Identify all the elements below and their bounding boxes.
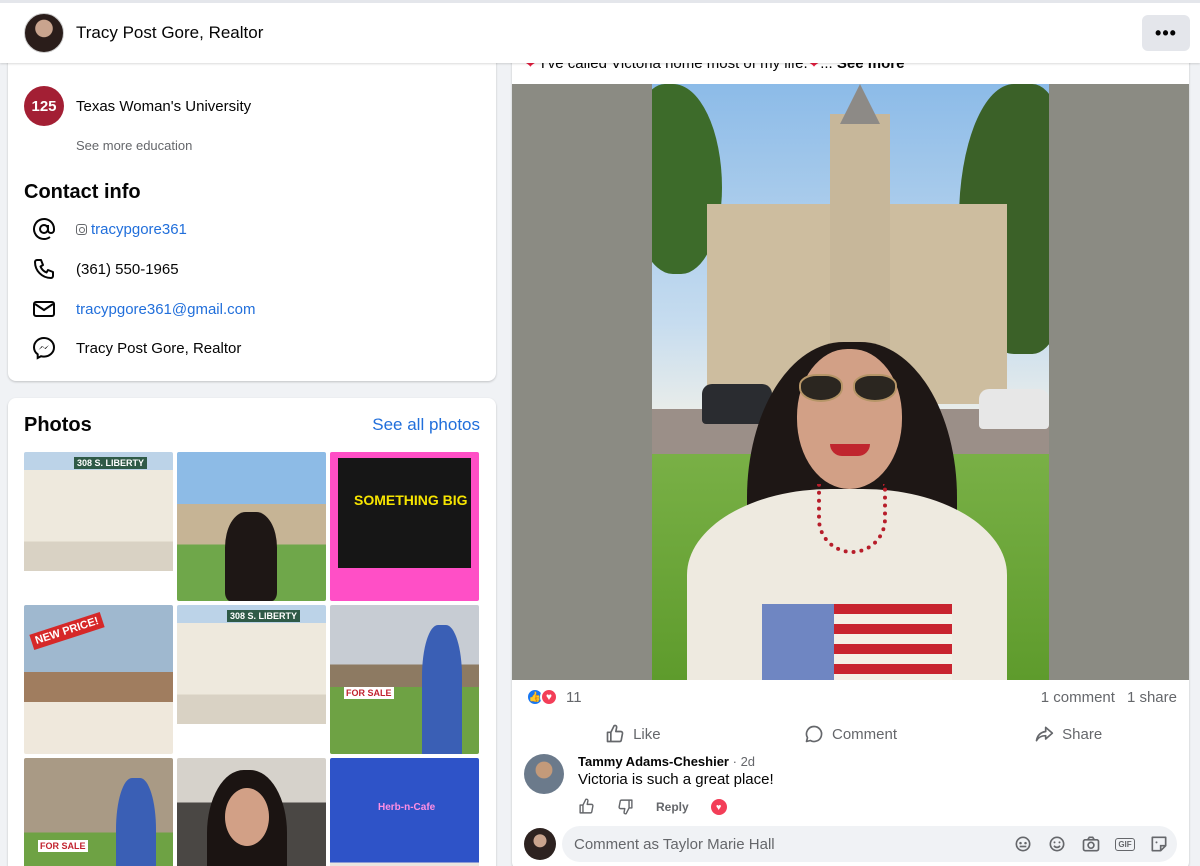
composer-tools: GIF [1013,834,1169,854]
love-reaction-icon[interactable]: ♥ [710,798,727,815]
like-button[interactable]: Like [524,712,742,756]
photo-thumbnail[interactable]: NEW PRICE! [24,605,173,754]
messenger-name[interactable]: Tracy Post Gore, Realtor [76,340,241,357]
commenter-avatar[interactable] [524,754,564,794]
photo-person [225,512,277,601]
intro-card: Education 125 Texas Woman's University S… [8,40,496,381]
photo-thumbnail[interactable]: 308 S. LIBERTY [24,452,173,601]
photo-label: SOMETHING BIG [354,492,468,508]
photo-person [422,625,462,754]
photo-face [797,349,902,489]
photo-thumbnail[interactable]: SOMETHING BIG [330,452,479,601]
contact-email-row: tracypgore361@gmail.com [24,289,255,329]
page-avatar[interactable] [24,13,64,53]
page-header-bar: Tracy Post Gore, Realtor ••• [0,0,1200,63]
love-reaction-icon: ♥ [540,688,558,706]
reaction-count: 11 [566,688,582,706]
reaction-summary[interactable]: 👍 ♥ 11 [526,688,582,706]
photo-car [979,389,1049,429]
envelope-icon [24,297,64,321]
phone-icon [24,257,64,281]
comment-composer: GIF [562,826,1177,862]
comment-button[interactable]: Comment [742,712,960,756]
share-label: Share [1062,725,1103,743]
page-name[interactable]: Tracy Post Gore, Realtor [76,23,263,43]
contact-messenger-row: Tracy Post Gore, Realtor [24,328,241,368]
photo-label: NEW PRICE! [29,611,105,651]
contact-info-heading: Contact info [24,181,141,203]
gif-icon[interactable]: GIF [1115,834,1135,854]
comment-text: Victoria is such a great place! [578,771,774,788]
share-arrow-icon [1035,726,1054,742]
university-logo[interactable]: 125 [24,86,64,126]
messenger-icon [24,336,64,360]
share-button[interactable]: Share [959,712,1177,756]
comment-author[interactable]: Tammy Adams-Cheshier [578,754,729,769]
thumbs-down-icon[interactable] [617,798,634,815]
photo-thumbnail[interactable]: FOR SALE [330,605,479,754]
photo-label: FOR SALE [344,687,394,699]
at-sign-icon [24,217,64,241]
photo-label: 308 S. LIBERTY [74,457,148,469]
sticker-icon[interactable] [1149,834,1169,854]
photo-thumbnail[interactable] [177,452,326,601]
photo-thumbnail[interactable]: Herb-n-Cafe [330,758,479,866]
photo-flag-canton [762,604,834,680]
see-more-education-link[interactable]: See more education [76,138,192,153]
gif-label: GIF [1115,837,1135,851]
post-action-bar: Like Comment Share [524,712,1177,756]
comment-label: Comment [831,725,898,743]
photo-label: Herb-n-Cafe [378,802,436,813]
photo-smile [830,444,870,456]
photo-thumbnail[interactable]: 308 S. LIBERTY [177,605,326,754]
photo-panel [338,458,471,568]
current-user-avatar[interactable] [524,828,556,860]
photo-tower-roof [840,84,880,124]
contact-instagram-row: tracypgore361 [24,209,187,249]
comment-time[interactable]: · 2d [733,754,755,769]
photos-card: Photos See all photos 308 S. LIBERTY SOM… [8,398,496,866]
photo-label: 308 S. LIBERTY [227,610,301,622]
photo-person [116,778,156,866]
comment-author-line: Tammy Adams-Cheshier · 2d [578,754,755,769]
instagram-link[interactable]: tracypgore361 [91,221,187,238]
photo-label: FOR SALE [38,840,88,852]
instagram-icon [76,223,87,235]
comment-input[interactable] [574,826,994,862]
comment-count-link[interactable]: 1 comment [1041,689,1115,706]
photo-necklace [817,484,887,554]
post-photo[interactable] [512,84,1189,680]
post-card: ❤ I've called Victoria home most of my l… [512,40,1189,866]
photo-face [225,788,269,846]
photo-thumbnail[interactable] [177,758,326,866]
photo-grid: 308 S. LIBERTY SOMETHING BIG NEW PRICE! … [24,452,480,866]
photo-sunglasses [799,374,899,402]
post-stats: 1 comment 1 share [1041,689,1177,706]
thumbs-up-icon [606,724,624,743]
speech-bubble-icon [805,725,823,743]
email-link[interactable]: tracypgore361@gmail.com [76,301,255,318]
avatar-sticker-icon[interactable] [1013,834,1033,854]
phone-number: (361) 550-1965 [76,260,179,278]
contact-phone-row: (361) 550-1965 [24,249,179,289]
share-count-link[interactable]: 1 share [1127,689,1177,706]
thumbs-up-icon[interactable] [578,798,595,815]
see-all-photos-link[interactable]: See all photos [372,415,480,435]
more-options-button[interactable]: ••• [1142,15,1190,51]
reply-button[interactable]: Reply [656,800,689,814]
photo-scene [652,84,1049,680]
emoji-icon[interactable] [1047,834,1067,854]
university-name[interactable]: Texas Woman's University [76,98,251,115]
photos-heading: Photos [24,414,92,436]
photo-thumbnail[interactable]: FOR SALE [24,758,173,866]
camera-icon[interactable] [1081,834,1101,854]
like-label: Like [633,725,661,743]
comment-actions: Reply ♥ [578,798,727,815]
